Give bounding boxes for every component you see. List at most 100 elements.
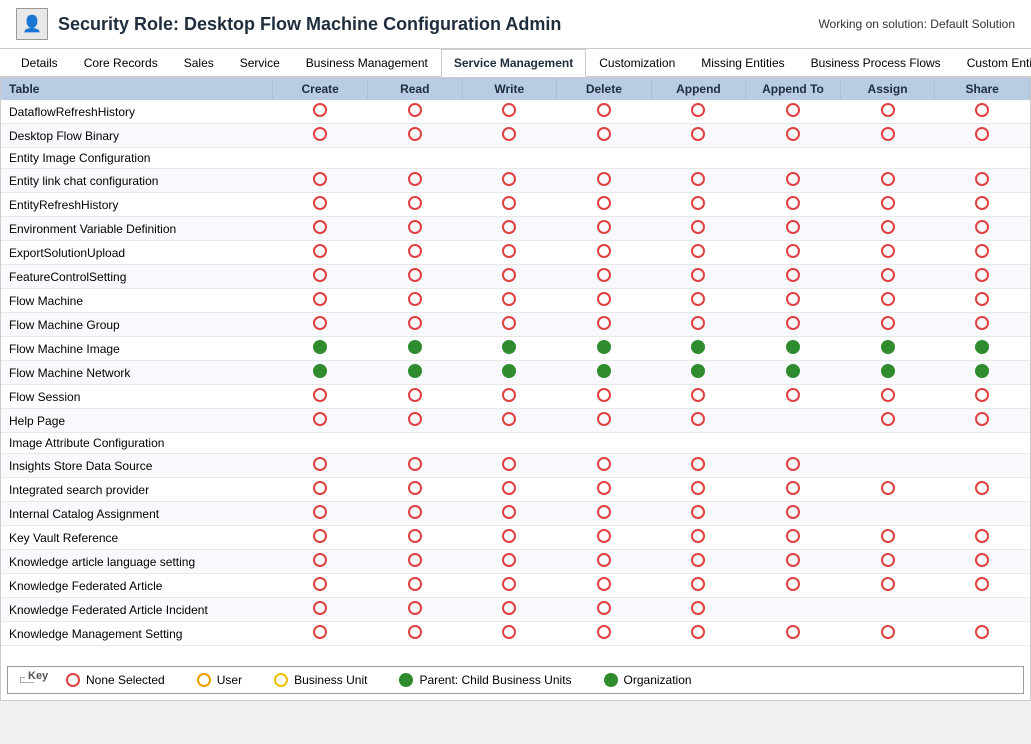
circle-none-icon[interactable]: [597, 529, 611, 543]
circle-org-icon[interactable]: [313, 340, 327, 354]
circle-none-icon[interactable]: [691, 268, 705, 282]
tab-business-process-flows[interactable]: Business Process Flows: [798, 49, 954, 76]
cell-read[interactable]: [367, 337, 462, 361]
cell-append[interactable]: [651, 550, 746, 574]
cell-delete[interactable]: [557, 526, 652, 550]
cell-append[interactable]: [651, 622, 746, 646]
cell-share[interactable]: [935, 385, 1030, 409]
cell-append[interactable]: [651, 169, 746, 193]
circle-none-icon[interactable]: [502, 577, 516, 591]
cell-share[interactable]: [935, 169, 1030, 193]
cell-create[interactable]: [273, 241, 368, 265]
circle-none-icon[interactable]: [881, 244, 895, 258]
cell-read[interactable]: [367, 217, 462, 241]
cell-write[interactable]: [462, 385, 557, 409]
cell-append[interactable]: [651, 502, 746, 526]
circle-none-icon[interactable]: [786, 457, 800, 471]
cell-write[interactable]: [462, 526, 557, 550]
cell-append[interactable]: [651, 454, 746, 478]
tab-sales[interactable]: Sales: [171, 49, 227, 76]
circle-none-icon[interactable]: [691, 220, 705, 234]
cell-write[interactable]: [462, 193, 557, 217]
cell-delete[interactable]: [557, 217, 652, 241]
cell-create[interactable]: [273, 526, 368, 550]
circle-none-icon[interactable]: [313, 172, 327, 186]
circle-none-icon[interactable]: [975, 577, 989, 591]
cell-share[interactable]: [935, 313, 1030, 337]
cell-appendTo[interactable]: [746, 289, 841, 313]
cell-create[interactable]: [273, 385, 368, 409]
cell-appendTo[interactable]: [746, 169, 841, 193]
circle-none-icon[interactable]: [408, 127, 422, 141]
circle-none-icon[interactable]: [313, 268, 327, 282]
circle-none-icon[interactable]: [408, 220, 422, 234]
tab-custom-entities[interactable]: Custom Entities: [954, 49, 1031, 76]
circle-none-icon[interactable]: [313, 244, 327, 258]
cell-assign[interactable]: [840, 526, 935, 550]
circle-none-icon[interactable]: [597, 244, 611, 258]
cell-assign[interactable]: [840, 289, 935, 313]
circle-none-icon[interactable]: [313, 505, 327, 519]
circle-none-icon[interactable]: [786, 481, 800, 495]
circle-none-icon[interactable]: [975, 292, 989, 306]
circle-none-icon[interactable]: [881, 577, 895, 591]
cell-assign[interactable]: [840, 313, 935, 337]
circle-none-icon[interactable]: [881, 481, 895, 495]
circle-bu-icon[interactable]: [274, 673, 288, 687]
circle-none-icon[interactable]: [502, 481, 516, 495]
cell-delete[interactable]: [557, 124, 652, 148]
cell-write[interactable]: [462, 454, 557, 478]
circle-none-icon[interactable]: [881, 412, 895, 426]
cell-read[interactable]: [367, 241, 462, 265]
circle-none-icon[interactable]: [786, 220, 800, 234]
cell-read[interactable]: [367, 289, 462, 313]
cell-append[interactable]: [651, 598, 746, 622]
circle-none-icon[interactable]: [786, 172, 800, 186]
cell-read[interactable]: [367, 124, 462, 148]
circle-none-icon[interactable]: [502, 268, 516, 282]
cell-read[interactable]: [367, 478, 462, 502]
cell-create[interactable]: [273, 169, 368, 193]
cell-share[interactable]: [935, 337, 1030, 361]
cell-delete[interactable]: [557, 265, 652, 289]
circle-none-icon[interactable]: [313, 220, 327, 234]
circle-org-icon[interactable]: [881, 340, 895, 354]
circle-org-icon[interactable]: [691, 364, 705, 378]
cell-write[interactable]: [462, 550, 557, 574]
circle-none-icon[interactable]: [975, 172, 989, 186]
circle-none-icon[interactable]: [408, 529, 422, 543]
cell-share[interactable]: [935, 100, 1030, 124]
cell-delete[interactable]: [557, 574, 652, 598]
circle-none-icon[interactable]: [502, 457, 516, 471]
circle-none-icon[interactable]: [975, 388, 989, 402]
circle-none-icon[interactable]: [786, 505, 800, 519]
circle-none-icon[interactable]: [597, 103, 611, 117]
cell-appendTo[interactable]: [746, 526, 841, 550]
cell-appendTo[interactable]: [746, 361, 841, 385]
circle-none-icon[interactable]: [881, 292, 895, 306]
circle-none-icon[interactable]: [691, 553, 705, 567]
cell-write[interactable]: [462, 622, 557, 646]
circle-none-icon[interactable]: [408, 481, 422, 495]
circle-none-icon[interactable]: [691, 457, 705, 471]
cell-share[interactable]: [935, 574, 1030, 598]
circle-none-icon[interactable]: [881, 196, 895, 210]
circle-none-icon[interactable]: [502, 388, 516, 402]
cell-share[interactable]: [935, 193, 1030, 217]
circle-none-icon[interactable]: [313, 481, 327, 495]
cell-write[interactable]: [462, 502, 557, 526]
circle-none-icon[interactable]: [691, 103, 705, 117]
circle-none-icon[interactable]: [502, 505, 516, 519]
circle-none-icon[interactable]: [881, 553, 895, 567]
cell-share[interactable]: [935, 622, 1030, 646]
tab-core-records[interactable]: Core Records: [71, 49, 171, 76]
cell-read[interactable]: [367, 502, 462, 526]
cell-append[interactable]: [651, 409, 746, 433]
circle-none-icon[interactable]: [597, 625, 611, 639]
circle-none-icon[interactable]: [786, 292, 800, 306]
cell-append[interactable]: [651, 478, 746, 502]
circle-none-icon[interactable]: [786, 196, 800, 210]
cell-assign[interactable]: [840, 100, 935, 124]
cell-assign[interactable]: [840, 409, 935, 433]
circle-none-icon[interactable]: [502, 601, 516, 615]
